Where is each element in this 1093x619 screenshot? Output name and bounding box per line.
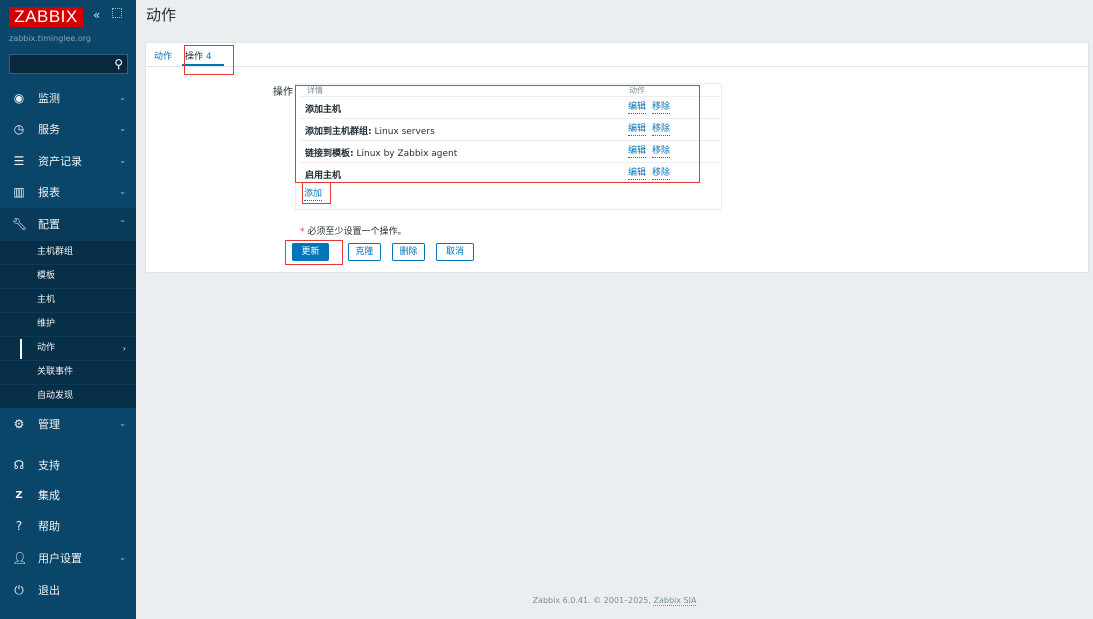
operation-detail: 启用主机 <box>305 171 342 181</box>
nav-item-reports[interactable]: ▥ 报表 ⌄ <box>0 176 136 208</box>
chevron-down-icon: ⌄ <box>119 124 126 133</box>
add-operation-link[interactable]: 添加 <box>304 189 323 201</box>
clone-button[interactable]: 克隆 <box>348 243 381 261</box>
active-tab-indicator <box>182 64 224 66</box>
tab-label: 操作 <box>185 52 204 62</box>
operation-detail: 添加到主机群组: Linux servers <box>305 127 435 137</box>
operation-detail: 添加主机 <box>305 105 342 115</box>
search-input[interactable]: ⚲ <box>9 54 128 74</box>
nav-label: 服务 <box>38 123 60 136</box>
list-icon: ☰ <box>13 154 25 168</box>
table-row: 启用主机 编辑 移除 <box>300 162 720 183</box>
chevron-down-icon: ⌄ <box>119 93 126 102</box>
required-note: * 必须至少设置一个操作。 <box>300 227 407 237</box>
submenu-item-actions[interactable]: 动作 › <box>0 336 136 360</box>
submenu-item-event-correlation[interactable]: 关联事件 <box>0 360 136 384</box>
chevron-down-icon: ⌄ <box>119 156 126 165</box>
clock-icon: ◷ <box>13 122 25 136</box>
nav-item-configuration[interactable]: 🔧︎ 配置 ⌃ <box>0 208 136 240</box>
server-name: zabbix.timinglee.org <box>9 34 92 43</box>
edit-link[interactable]: 编辑 <box>628 168 647 180</box>
eye-icon: ◉ <box>13 91 25 105</box>
delete-button[interactable]: 删除 <box>392 243 425 261</box>
nav-label: 报表 <box>38 186 60 199</box>
nav-item-sign-out[interactable]: ⏻ 退出 <box>0 574 136 606</box>
submenu-item-templates[interactable]: 模板 <box>0 264 136 288</box>
footer: Zabbix 6.0.41. © 2001–2025, Zabbix SIA <box>532 596 697 606</box>
nav-item-user-settings[interactable]: 👤︎ 用户设置 ⌄ <box>0 542 136 574</box>
operations-table: 详情 动作 添加主机 编辑 移除 添加到主机群组: Linux servers … <box>295 83 722 210</box>
remove-link[interactable]: 移除 <box>652 168 671 180</box>
cancel-button[interactable]: 取消 <box>436 243 474 261</box>
nav-label: 集成 <box>38 489 60 502</box>
power-icon: ⏻ <box>14 582 24 597</box>
nav-item-inventory[interactable]: ☰ 资产记录 ⌄ <box>0 145 136 177</box>
nav-label: 支持 <box>38 459 60 472</box>
edit-link[interactable]: 编辑 <box>628 124 647 136</box>
nav-item-monitoring[interactable]: ◉ 监测 ⌄ <box>0 82 136 114</box>
user-icon: 👤︎ <box>12 551 28 565</box>
column-header-details: 详情 <box>307 86 323 95</box>
submenu-item-maintenance[interactable]: 维护 <box>0 312 136 336</box>
tab-bar: 动作 操作 4 <box>146 43 1088 67</box>
remove-link[interactable]: 移除 <box>652 146 671 158</box>
table-row: 添加到主机群组: Linux servers 编辑 移除 <box>300 118 720 139</box>
chevron-down-icon: ⌄ <box>119 419 126 428</box>
tab-operations[interactable]: 操作 4 <box>185 49 212 62</box>
table-row: 添加主机 编辑 移除 <box>300 96 720 117</box>
tab-action[interactable]: 动作 <box>154 49 172 62</box>
brand-row: ZABBIX « <box>0 0 136 28</box>
operations-field-label: 操作 <box>273 87 293 98</box>
operation-detail: 链接到模板: Linux by Zabbix agent <box>305 149 458 159</box>
sidebar: ZABBIX « zabbix.timinglee.org ⚲ ◉ 监测 ⌄ ◷… <box>0 0 136 619</box>
update-button[interactable]: 更新 <box>292 243 329 261</box>
tab-count: 4 <box>205 52 212 62</box>
nav-label: 用户设置 <box>38 552 82 565</box>
question-icon: ? <box>15 519 23 533</box>
nav-item-services[interactable]: ◷ 服务 ⌄ <box>0 113 136 145</box>
column-header-actions: 动作 <box>629 86 645 95</box>
gear-icon: ⚙ <box>13 417 25 431</box>
submenu-item-host-groups[interactable]: 主机群组 <box>0 240 136 264</box>
zabbix-sia-link[interactable]: Zabbix SIA <box>653 596 697 606</box>
nav-item-help[interactable]: ? 帮助 <box>0 510 136 542</box>
chart-icon: ▥ <box>13 185 25 199</box>
table-row: 链接到模板: Linux by Zabbix agent 编辑 移除 <box>300 140 720 161</box>
submenu-item-discovery[interactable]: 自动发现 <box>0 384 136 408</box>
nav-item-administration[interactable]: ⚙ 管理 ⌄ <box>0 408 136 440</box>
submenu-item-hosts[interactable]: 主机 <box>0 288 136 312</box>
nav-item-integrations[interactable]: Z 集成 <box>0 479 136 511</box>
chevron-right-icon: › <box>122 344 126 353</box>
required-asterisk: * <box>300 227 305 237</box>
edit-link[interactable]: 编辑 <box>628 102 647 114</box>
z-icon: Z <box>15 489 23 501</box>
nav-label: 帮助 <box>38 520 60 533</box>
search-icon[interactable]: ⚲ <box>114 57 123 71</box>
chevron-up-icon: ⌃ <box>119 219 126 228</box>
nav-label: 退出 <box>38 584 60 597</box>
action-form-panel: 动作 操作 4 操作 详情 动作 添加主机 编辑 移除 添加到主机群组: Lin… <box>145 42 1089 273</box>
collapse-sidebar-icon[interactable]: « <box>93 8 100 22</box>
remove-link[interactable]: 移除 <box>652 102 671 114</box>
zabbix-logo[interactable]: ZABBIX <box>9 7 83 27</box>
chevron-down-icon: ⌄ <box>119 553 126 562</box>
nav-label: 管理 <box>38 418 60 431</box>
headset-icon: ☊ <box>13 458 25 472</box>
kiosk-mode-icon[interactable] <box>112 8 122 18</box>
nav-label: 配置 <box>38 218 60 231</box>
configuration-submenu: 主机群组 模板 主机 维护 动作 › 关联事件 自动发现 <box>0 240 136 408</box>
wrench-icon: 🔧︎ <box>12 217 28 231</box>
page-title: 动作 <box>146 6 177 24</box>
edit-link[interactable]: 编辑 <box>628 146 647 158</box>
submenu-label: 动作 <box>37 343 56 353</box>
nav-label: 监测 <box>38 92 60 105</box>
nav-label: 资产记录 <box>38 155 82 168</box>
nav-item-support[interactable]: ☊ 支持 <box>0 449 136 481</box>
chevron-down-icon: ⌄ <box>119 187 126 196</box>
remove-link[interactable]: 移除 <box>652 124 671 136</box>
